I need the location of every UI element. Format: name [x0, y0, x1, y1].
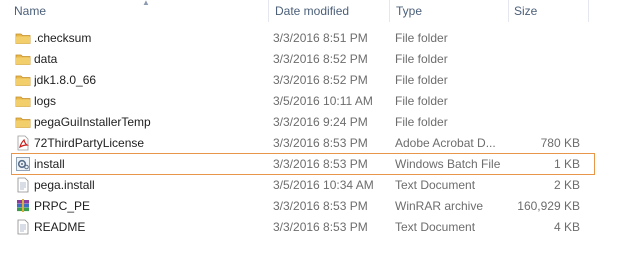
file-name: pegaGuiInstallerTemp [34, 115, 151, 129]
winrar-archive-icon [15, 198, 31, 214]
file-name: .checksum [34, 31, 92, 45]
file-type: WinRAR archive [395, 199, 484, 213]
pdf-icon [15, 135, 31, 151]
text-document-icon [15, 219, 31, 235]
column-header-name[interactable]: Name [14, 3, 46, 19]
file-type: File folder [395, 52, 448, 66]
file-date-modified: 3/3/2016 9:24 PM [273, 115, 368, 129]
file-row-selected[interactable]: install 3/3/2016 8:53 PM Windows Batch F… [11, 153, 595, 175]
file-size: 4 KB [553, 220, 580, 234]
file-name: PRPC_PE [34, 199, 91, 213]
folder-icon [15, 114, 31, 130]
file-date-modified: 3/5/2016 10:11 AM [273, 94, 373, 108]
file-date-modified: 3/3/2016 8:53 PM [273, 199, 368, 213]
text-document-icon [15, 177, 31, 193]
column-header-size[interactable]: Size [514, 3, 537, 19]
folder-icon [15, 72, 31, 88]
file-row[interactable]: 72ThirdPartyLicense 3/3/2016 8:53 PM Ado… [12, 133, 594, 153]
file-name: jdk1.8.0_66 [34, 73, 97, 87]
file-type: File folder [395, 73, 448, 87]
file-date-modified: 3/3/2016 8:52 PM [273, 73, 368, 87]
column-header-date[interactable]: Date modified [275, 3, 349, 19]
file-name: README [34, 220, 86, 234]
file-date-modified: 3/3/2016 8:53 PM [273, 136, 368, 150]
file-name: logs [34, 94, 57, 108]
file-type: Text Document [395, 178, 476, 192]
file-name: install [34, 157, 65, 171]
file-size: 780 KB [540, 136, 580, 150]
file-row[interactable]: PRPC_PE 3/3/2016 8:53 PM WinRAR archive … [12, 196, 594, 216]
column-divider[interactable] [389, 0, 390, 22]
column-divider[interactable] [508, 0, 509, 22]
batch-file-icon [15, 156, 31, 172]
column-header-type[interactable]: Type [396, 3, 422, 19]
file-row[interactable]: pega.install 3/5/2016 10:34 AM Text Docu… [12, 175, 594, 195]
folder-icon [15, 51, 31, 67]
file-name: 72ThirdPartyLicense [34, 136, 145, 150]
column-header-bar: ▲ Name Date modified Type Size [0, 0, 640, 22]
file-row[interactable]: data 3/3/2016 8:52 PM File folder [12, 49, 594, 69]
column-divider[interactable] [268, 0, 269, 22]
file-row[interactable]: logs 3/5/2016 10:11 AM File folder [12, 91, 594, 111]
file-size: 1 KB [553, 157, 580, 171]
file-name: pega.install [34, 178, 95, 192]
folder-icon [15, 93, 31, 109]
file-size: 2 KB [553, 178, 580, 192]
folder-icon [15, 30, 31, 46]
file-type: Adobe Acrobat D... [395, 136, 496, 150]
file-date-modified: 3/5/2016 10:34 AM [273, 178, 374, 192]
column-divider[interactable] [588, 0, 589, 22]
file-date-modified: 3/3/2016 8:51 PM [273, 31, 368, 45]
file-row[interactable]: .checksum 3/3/2016 8:51 PM File folder [12, 28, 594, 48]
file-name: data [34, 52, 58, 66]
file-type: Text Document [395, 220, 476, 234]
file-type: File folder [395, 115, 448, 129]
file-type: File folder [395, 31, 448, 45]
file-row[interactable]: README 3/3/2016 8:53 PM Text Document 4 … [12, 217, 594, 237]
file-type: File folder [395, 94, 448, 108]
file-date-modified: 3/3/2016 8:52 PM [273, 52, 368, 66]
file-row[interactable]: jdk1.8.0_66 3/3/2016 8:52 PM File folder [12, 70, 594, 90]
file-row[interactable]: pegaGuiInstallerTemp 3/3/2016 9:24 PM Fi… [12, 112, 594, 132]
file-type: Windows Batch File [395, 157, 501, 171]
file-size: 160,929 KB [517, 199, 580, 213]
file-date-modified: 3/3/2016 8:53 PM [273, 157, 368, 171]
sort-caret-icon: ▲ [142, 0, 150, 7]
file-date-modified: 3/3/2016 8:53 PM [273, 220, 368, 234]
